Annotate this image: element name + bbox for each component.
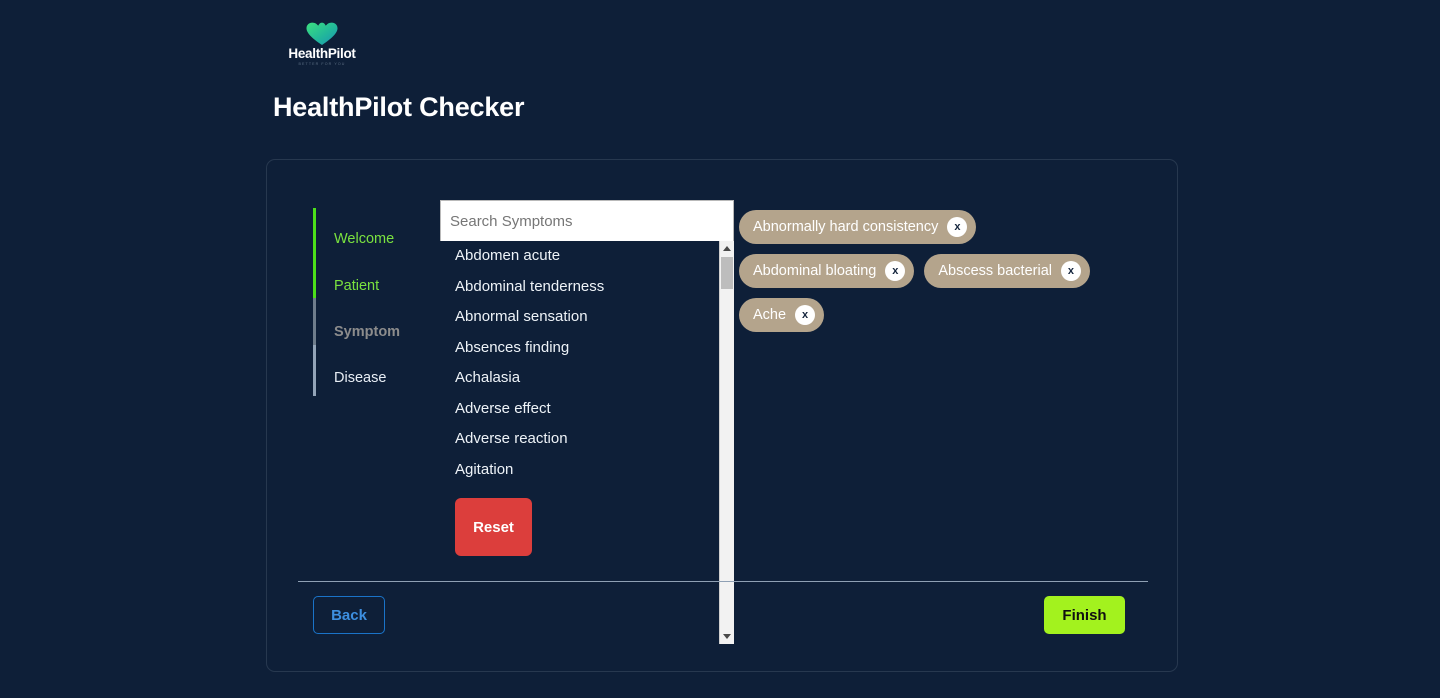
- symptom-dropdown: Abdomen acute Abdominal tenderness Abnorma…: [440, 241, 734, 644]
- scrollbar-thumb[interactable]: [721, 257, 733, 289]
- symptom-tag: Abnormally hard consistency x: [739, 210, 977, 244]
- list-item[interactable]: Absences finding: [440, 333, 719, 364]
- list-item[interactable]: Abdomen acute: [440, 241, 719, 272]
- symptom-tag-label: Ache: [753, 307, 787, 323]
- list-item[interactable]: Abdominal tenderness: [440, 272, 719, 303]
- list-item[interactable]: Adverse effect: [440, 394, 719, 425]
- symptom-tag-label: Abdominal bloating: [753, 263, 877, 279]
- remove-tag-icon[interactable]: x: [795, 305, 816, 325]
- chevron-down-icon: [723, 634, 731, 639]
- sidebar-item-disease[interactable]: Disease: [334, 371, 386, 386]
- list-item[interactable]: Achalasia: [440, 363, 719, 394]
- remove-tag-icon[interactable]: x: [947, 217, 968, 237]
- sidebar-item-symptom[interactable]: Symptom: [334, 325, 400, 340]
- brand-tagline: BETTER FOR YOU: [298, 61, 346, 66]
- brand-logo: HealthPilot BETTER FOR YOU: [286, 22, 358, 66]
- selected-symptom-tags: Abnormally hard consistency x Abdominal bl…: [739, 210, 1159, 332]
- list-item[interactable]: Agitation: [440, 455, 719, 486]
- scroll-down-button[interactable]: [720, 629, 734, 644]
- list-item[interactable]: Adverse reaction: [440, 424, 719, 455]
- chevron-up-icon: [723, 246, 731, 251]
- symptom-tag-label: Abscess bacterial: [938, 263, 1052, 279]
- footer-divider: [298, 581, 1148, 582]
- finish-button[interactable]: Finish: [1044, 596, 1125, 634]
- brand-name: HealthPilot: [288, 46, 356, 61]
- reset-button[interactable]: Reset: [455, 498, 532, 556]
- symptom-tag: Ache x: [739, 298, 825, 332]
- symptom-option-list: Abdomen acute Abdominal tenderness Abnorma…: [440, 241, 719, 644]
- dropdown-scrollbar[interactable]: [719, 241, 734, 644]
- symptom-tag: Abscess bacterial x: [924, 254, 1090, 288]
- heart-icon: [306, 22, 338, 45]
- back-button[interactable]: Back: [313, 596, 385, 634]
- list-item[interactable]: Abnormal sensation: [440, 302, 719, 333]
- page-title: HealthPilot Checker: [273, 92, 525, 122]
- symptom-tag-label: Abnormally hard consistency: [753, 219, 939, 235]
- wizard-card: Welcome Patient Symptom Disease Abdomen …: [266, 159, 1178, 672]
- remove-tag-icon[interactable]: x: [885, 261, 906, 281]
- sidebar-item-welcome[interactable]: Welcome: [334, 232, 394, 247]
- wizard-steps: Welcome Patient Symptom Disease: [313, 208, 443, 396]
- wizard-progress-rail: [313, 208, 316, 396]
- sidebar-item-patient[interactable]: Patient: [334, 279, 379, 294]
- remove-tag-icon[interactable]: x: [1060, 261, 1081, 281]
- search-input[interactable]: [440, 200, 734, 242]
- symptom-tag: Abdominal bloating x: [739, 254, 915, 288]
- scroll-up-button[interactable]: [720, 241, 734, 256]
